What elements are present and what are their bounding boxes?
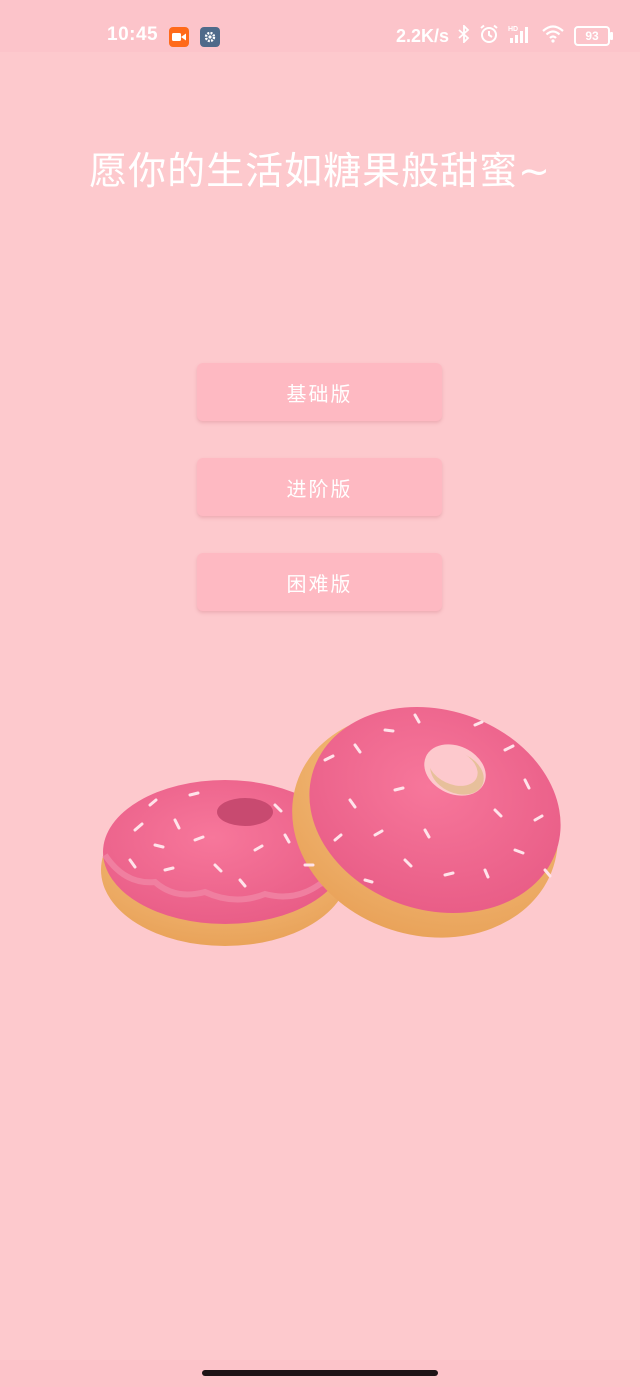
advanced-level-button[interactable]: 进阶版 <box>197 458 442 516</box>
page-title: 愿你的生活如糖果般甜蜜~ <box>89 149 551 193</box>
status-time: 10:45 <box>107 24 159 45</box>
network-speed: 2.2K/s <box>395 25 449 46</box>
wifi-icon <box>541 25 565 47</box>
alarm-icon <box>479 24 499 48</box>
bluetooth-icon <box>458 23 470 47</box>
home-gesture-handle[interactable] <box>202 1370 438 1376</box>
battery-indicator: 93 <box>574 26 613 46</box>
hard-level-button[interactable]: 困难版 <box>197 553 442 611</box>
status-bar: 10:45 2.2K/s HD 93 <box>0 0 640 52</box>
signal-hd-icon: HD <box>508 24 532 48</box>
gear-icon <box>200 27 220 47</box>
navigation-bar <box>0 1360 640 1387</box>
video-camera-icon <box>169 27 189 47</box>
donuts-illustration <box>101 706 561 946</box>
svg-text:HD: HD <box>508 26 518 33</box>
basic-level-button[interactable]: 基础版 <box>197 363 442 421</box>
